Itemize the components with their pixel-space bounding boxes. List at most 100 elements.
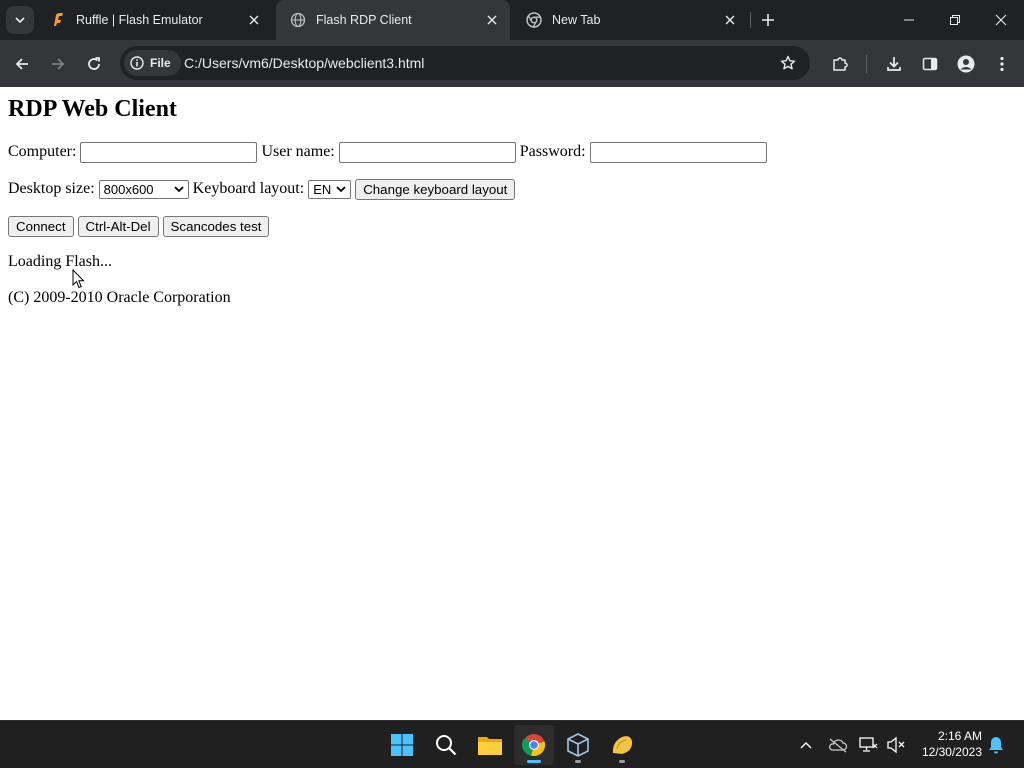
username-input[interactable] [338, 141, 516, 163]
chrome-icon [522, 734, 546, 757]
settings-row: Desktop size: 800x600 Keyboard layout: E… [8, 178, 519, 200]
tray-onedrive[interactable] [826, 733, 850, 757]
chevron-up-icon [800, 742, 812, 749]
chevron-down-icon [174, 186, 184, 193]
download-icon [887, 57, 901, 71]
tray-volume[interactable] [884, 733, 908, 757]
computer-label: Computer: [8, 143, 77, 160]
desktop-size-value: 800x600 [103, 181, 154, 197]
start-icon [391, 734, 413, 756]
connect-button[interactable]: Connect [8, 215, 74, 237]
taskbar-virtualbox[interactable] [558, 725, 598, 765]
active-app-indicator [527, 760, 541, 763]
password-input[interactable] [589, 141, 767, 163]
back-button[interactable] [6, 48, 38, 80]
search-icon [436, 735, 457, 756]
running-app-indicator [619, 760, 625, 763]
star-icon [780, 55, 796, 70]
restore-button[interactable] [932, 0, 978, 40]
keyboard-layout-value: EN [313, 181, 332, 197]
taskbar-chrome[interactable] [514, 725, 554, 765]
computer-input[interactable] [80, 141, 258, 163]
taskbar-flash-player[interactable] [602, 725, 642, 765]
minimize-icon [904, 19, 914, 21]
taskbar-clock[interactable]: 2:16 AM 12/30/2023 [922, 728, 982, 760]
notifications-button[interactable] [984, 733, 1008, 757]
password-label: Password: [519, 143, 586, 160]
scancodes-test-button[interactable]: Scancodes test [162, 215, 270, 237]
change-keyboard-layout-button[interactable]: Change keyboard layout [355, 178, 516, 200]
reload-button[interactable] [78, 48, 110, 80]
extensions-button[interactable] [824, 48, 856, 80]
tab-flash-rdp-client[interactable]: Flash RDP Client [276, 0, 510, 40]
site-info-label: File [150, 56, 171, 70]
plus-icon [762, 14, 774, 26]
address-bar[interactable]: File C:/Users/vm6/Desktop/webclient3.htm… [120, 46, 810, 80]
page-title: RDP Web Client [8, 96, 177, 122]
credentials-row: Computer: User name: Password: [8, 141, 771, 163]
taskbar-file-explorer[interactable] [470, 725, 510, 765]
bookmark-star-button[interactable] [772, 47, 804, 79]
status-text: Loading Flash... [8, 253, 112, 270]
file-explorer-icon [478, 737, 502, 755]
show-hidden-icons-button[interactable] [794, 733, 818, 757]
copyright-text: (C) 2009-2010 Oracle Corporation [8, 289, 231, 306]
running-app-indicator [575, 760, 581, 763]
site-info-chip[interactable]: File [124, 50, 181, 76]
taskbar-search-button[interactable] [426, 725, 466, 765]
actions-row: Connect Ctrl-Alt-Del Scancodes test [8, 215, 273, 237]
forward-button[interactable] [42, 48, 74, 80]
restore-icon [950, 15, 960, 25]
username-label: User name: [261, 143, 335, 160]
desktop-size-select[interactable]: 800x600 [98, 179, 189, 199]
minimize-button[interactable] [886, 0, 932, 40]
reload-icon [88, 57, 100, 70]
chevron-down-icon [15, 17, 25, 24]
downloads-button[interactable] [878, 48, 910, 80]
network-icon [859, 737, 878, 752]
clock-date: 12/30/2023 [921, 745, 982, 759]
tab-divider [750, 12, 751, 28]
side-panel-button[interactable] [914, 48, 946, 80]
start-button[interactable] [382, 725, 422, 765]
close-tab-icon[interactable] [720, 10, 740, 30]
ruffle-icon [50, 12, 66, 28]
new-tab-button[interactable] [756, 8, 780, 32]
browser-toolbar: File C:/Users/vm6/Desktop/webclient3.htm… [0, 40, 1024, 87]
tab-new-tab[interactable]: New Tab [512, 0, 748, 40]
virtualbox-icon [567, 733, 589, 757]
profile-button[interactable] [950, 48, 982, 80]
clock-time: 2:16 AM [937, 729, 982, 743]
tab-strip: Ruffle | Flash Emulator Flash RDP Client… [0, 0, 1024, 40]
flash-player-icon [612, 736, 633, 754]
ctrl-alt-del-button[interactable]: Ctrl-Alt-Del [77, 215, 159, 237]
menu-button[interactable] [986, 48, 1018, 80]
keyboard-layout-select[interactable]: EN [308, 179, 352, 199]
avatar-icon [957, 55, 975, 73]
tab-search-button[interactable] [6, 6, 34, 34]
url-text[interactable]: C:/Users/vm6/Desktop/webclient3.html [184, 46, 424, 80]
bell-icon [989, 737, 1003, 754]
toolbar-divider [866, 55, 867, 73]
cloud-offline-icon [829, 738, 848, 753]
kebab-menu-icon [1000, 56, 1004, 72]
mouse-pointer-icon [72, 269, 85, 289]
tab-title: Ruffle | Flash Emulator [76, 13, 203, 27]
close-icon [995, 14, 1007, 26]
close-tab-icon[interactable] [244, 10, 264, 30]
tab-title: Flash RDP Client [316, 13, 412, 27]
tab-ruffle[interactable]: Ruffle | Flash Emulator [36, 0, 272, 40]
chrome-icon [526, 12, 542, 28]
keyboard-layout-label: Keyboard layout: [192, 180, 305, 197]
puzzle-icon [833, 57, 848, 71]
desktop-size-label: Desktop size: [8, 180, 95, 197]
info-icon [130, 56, 144, 70]
tray-network[interactable] [856, 733, 880, 757]
volume-muted-icon [887, 736, 905, 754]
arrow-right-icon [52, 58, 65, 70]
tab-title: New Tab [552, 13, 601, 27]
close-window-button[interactable] [978, 0, 1024, 40]
windows-taskbar: 2:16 AM 12/30/2023 [0, 720, 1024, 768]
arrow-left-icon [15, 58, 28, 70]
close-tab-icon[interactable] [482, 10, 502, 30]
